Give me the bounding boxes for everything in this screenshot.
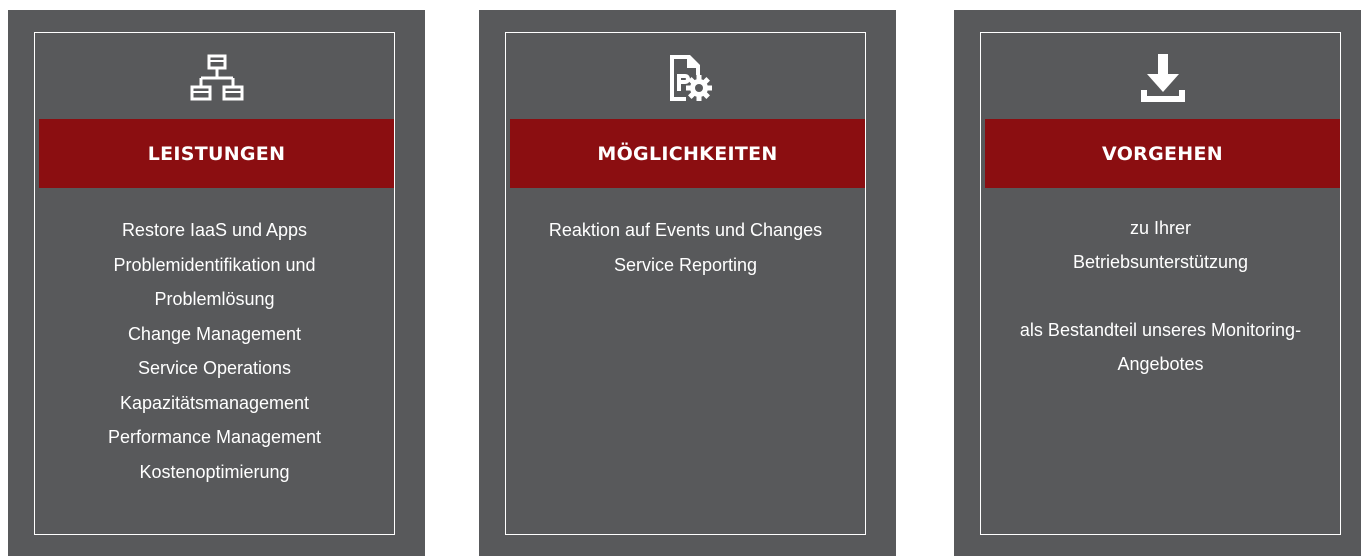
card-item-list: Restore IaaS und Apps Problemidentifikat… (34, 213, 395, 489)
list-item: Reaktion auf Events und Changes (548, 220, 823, 240)
card-moeglichkeiten: MÖGLICHKEITEN Reaktion auf Events und Ch… (479, 10, 896, 556)
list-item: Kapazitätsmanagement (119, 392, 310, 413)
card-title: LEISTUNGEN (39, 119, 394, 188)
card-title: MÖGLICHKEITEN (510, 119, 865, 188)
card-leistungen: LEISTUNGEN Restore IaaS und Apps Problem… (8, 10, 425, 556)
list-item: Service Reporting (613, 254, 758, 275)
list-item: Betriebsunterstützung (1072, 252, 1249, 272)
network-hierarchy-icon (190, 54, 243, 101)
document-gear-icon (669, 55, 712, 101)
list-item: Problemlösung (154, 289, 275, 309)
list-item: Restore IaaS und Apps (121, 220, 308, 240)
list-item: Angebotes (1117, 354, 1204, 374)
card-frame (505, 32, 866, 535)
card-item-list: Reaktion auf Events und Changes Service … (505, 213, 866, 282)
card-title: VORGEHEN (985, 119, 1340, 188)
list-item: Kostenoptimierung (139, 461, 290, 482)
list-item: Performance Management (107, 427, 322, 447)
card-item-list: zu Ihrer Betriebsunterstützung als Besta… (980, 211, 1341, 381)
card-vorgehen: VORGEHEN zu Ihrer Betriebsunterstützung … (954, 10, 1361, 556)
download-icon (1140, 54, 1185, 102)
list-item: als Bestandteil unseres Monitoring- (1019, 320, 1302, 340)
list-spacer (980, 279, 1341, 313)
list-item: Change Management (127, 323, 302, 344)
list-item: Problemidentifikation und (113, 254, 316, 275)
list-item: Service Operations (137, 358, 292, 378)
list-item: zu Ihrer (1129, 218, 1192, 238)
